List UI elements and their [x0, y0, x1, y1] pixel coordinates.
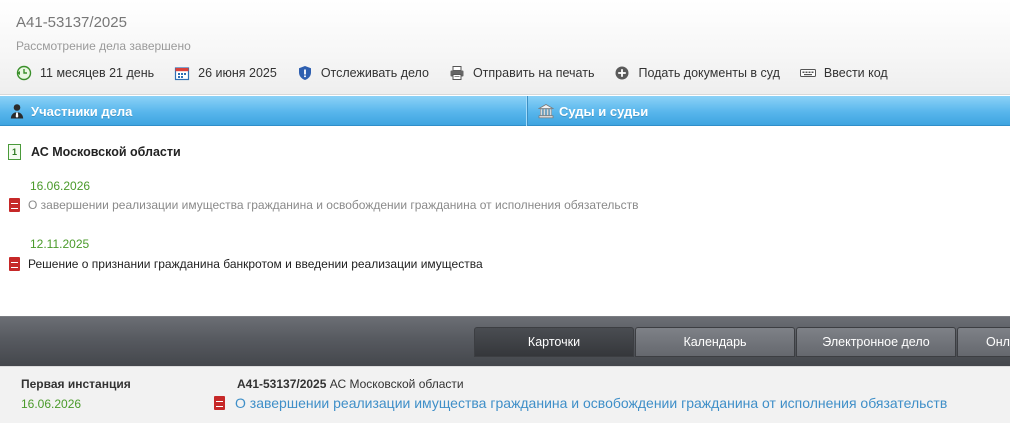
instance-badge: 1 [8, 144, 21, 160]
tab-calendar[interactable]: Календарь [635, 327, 795, 357]
enter-code-label: Ввести код [823, 66, 888, 80]
instance-label: Первая инстанция [21, 377, 131, 391]
person-icon [10, 103, 24, 119]
case-status: Рассмотрение дела завершено [16, 39, 191, 53]
pdf-icon [9, 198, 20, 212]
date-label: 26 июня 2025 [198, 66, 277, 80]
case-header: А41-53137/2025 Рассмотрение дела заверше… [0, 0, 1010, 95]
duration-indicator: 11 месяцев 21 день [16, 65, 154, 81]
keyboard-icon [799, 65, 816, 81]
date-indicator: 26 июня 2025 [174, 65, 277, 81]
track-case-button[interactable]: Отслеживать дело [297, 65, 429, 81]
view-toolbar: Карточки Календарь Электронное дело Онла [0, 316, 1010, 366]
duration-label: 11 месяцев 21 день [40, 66, 155, 80]
court-name: АС Московской области [31, 145, 181, 159]
instance-date: 16.06.2026 [21, 397, 82, 411]
view-tabs: Карточки Календарь Электронное дело Онла [474, 327, 1010, 357]
clock-icon [16, 65, 32, 81]
instance-case-number: А41-53137/2025 [237, 377, 327, 391]
print-button[interactable]: Отправить на печать [449, 65, 595, 81]
printer-icon [449, 65, 465, 81]
submit-documents-button[interactable]: Подать документы в суд [614, 65, 780, 81]
calendar-icon [174, 65, 190, 81]
instance-document-title: О завершении реализации имущества гражда… [235, 395, 948, 411]
tab-cards[interactable]: Карточки [474, 327, 634, 357]
track-case-label: Отслеживать дело [320, 66, 429, 80]
courthouse-icon [537, 103, 555, 119]
document-title: О завершении реализации имущества гражда… [28, 198, 639, 212]
tab-courts-label: Суды и судьи [559, 103, 649, 119]
instance-case-info: А41-53137/2025 АС Московской области [237, 377, 464, 391]
instance-court: АС Московской области [329, 377, 464, 391]
print-label: Отправить на печать [472, 66, 595, 80]
plus-circle-icon [614, 65, 630, 81]
case-info-tabbar: Участники дела Суды и судьи [0, 96, 1010, 126]
tab-participants-label: Участники дела [31, 103, 133, 119]
enter-code-button[interactable]: Ввести код [799, 65, 888, 81]
pdf-icon [9, 257, 20, 271]
case-toolbar: 11 месяцев 21 день 26 июня 2025 Отслежив… [16, 63, 908, 83]
document-title: Решение о признании гражданина банкротом… [28, 257, 483, 271]
shield-icon [297, 65, 313, 81]
submit-documents-label: Подать документы в суд [638, 66, 780, 80]
tab-courts[interactable]: Суды и судьи [528, 96, 1010, 126]
instance-document-link[interactable]: О завершении реализации имущества гражда… [214, 395, 947, 411]
document-link[interactable]: О завершении реализации имущества гражда… [9, 198, 639, 212]
pdf-icon [214, 396, 225, 410]
tab-online[interactable]: Онла [957, 327, 1010, 357]
tab-participants[interactable]: Участники дела [0, 96, 528, 126]
document-date: 16.06.2026 [30, 179, 91, 193]
instance-row: Первая инстанция 16.06.2026 А41-53137/20… [0, 366, 1010, 423]
tab-electronic-case[interactable]: Электронное дело [796, 327, 956, 357]
document-link[interactable]: Решение о признании гражданина банкротом… [9, 257, 483, 271]
case-number: А41-53137/2025 [16, 14, 127, 31]
document-date: 12.11.2025 [30, 237, 90, 251]
court-heading: 1 АС Московской области [8, 144, 181, 160]
